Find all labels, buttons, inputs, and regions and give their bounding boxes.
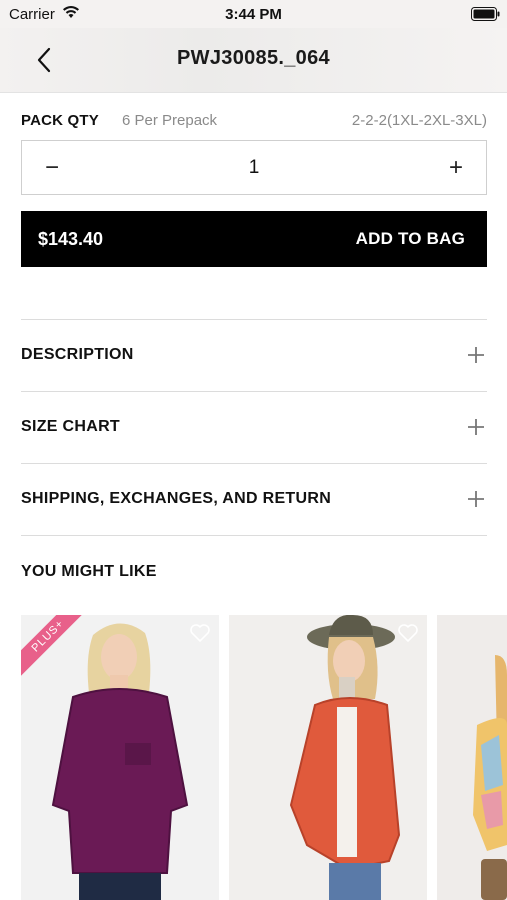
battery-icon [471,7,500,21]
decrement-button[interactable]: − [22,141,82,194]
accordion-label: DESCRIPTION [21,346,134,363]
plus-icon [468,347,484,363]
quantity-value[interactable]: 1 [82,141,426,194]
accordion-description[interactable]: DESCRIPTION [21,319,487,391]
product-card[interactable] [229,615,427,900]
increment-button[interactable]: + [426,141,486,194]
pack-qty-label: PACK QTY [21,112,99,129]
bag-price: $143.40 [38,229,104,249]
page-title: PWJ30085._064 [177,47,330,69]
plus-icon [468,491,484,507]
product-image [437,615,507,900]
add-to-bag-button[interactable]: $143.40 ADD TO BAG [21,211,487,267]
quantity-stepper: − 1 + [21,140,487,195]
product-card[interactable]: PLUS+ [21,615,219,900]
plus-icon [468,419,484,435]
divider [21,535,487,536]
product-image [21,615,219,900]
add-to-bag-label: ADD TO BAG [355,229,465,248]
recommendations-title: YOU MIGHT LIKE [21,563,157,580]
accordion-shipping[interactable]: SHIPPING, EXCHANGES, AND RETURN [21,463,487,535]
pack-subtitle: 6 Per Prepack [122,112,218,129]
nav-bar: PWJ30085._064 [0,28,507,93]
pack-row: PACK QTY 6 Per Prepack 2-2-2(1XL-2XL-3XL… [21,110,487,132]
pack-size-ratio: 2-2-2(1XL-2XL-3XL) [351,112,487,129]
heart-icon[interactable] [397,623,419,643]
product-image [229,615,427,900]
status-bar: Carrier 3:44 PM [0,0,507,28]
accordion-size-chart[interactable]: SIZE CHART [21,391,487,463]
accordion-label: SIZE CHART [21,418,120,435]
accordion-label: SHIPPING, EXCHANGES, AND RETURN [21,490,332,507]
heart-icon[interactable] [189,623,211,643]
product-card[interactable] [437,615,507,900]
status-time: 3:44 PM [225,6,282,23]
